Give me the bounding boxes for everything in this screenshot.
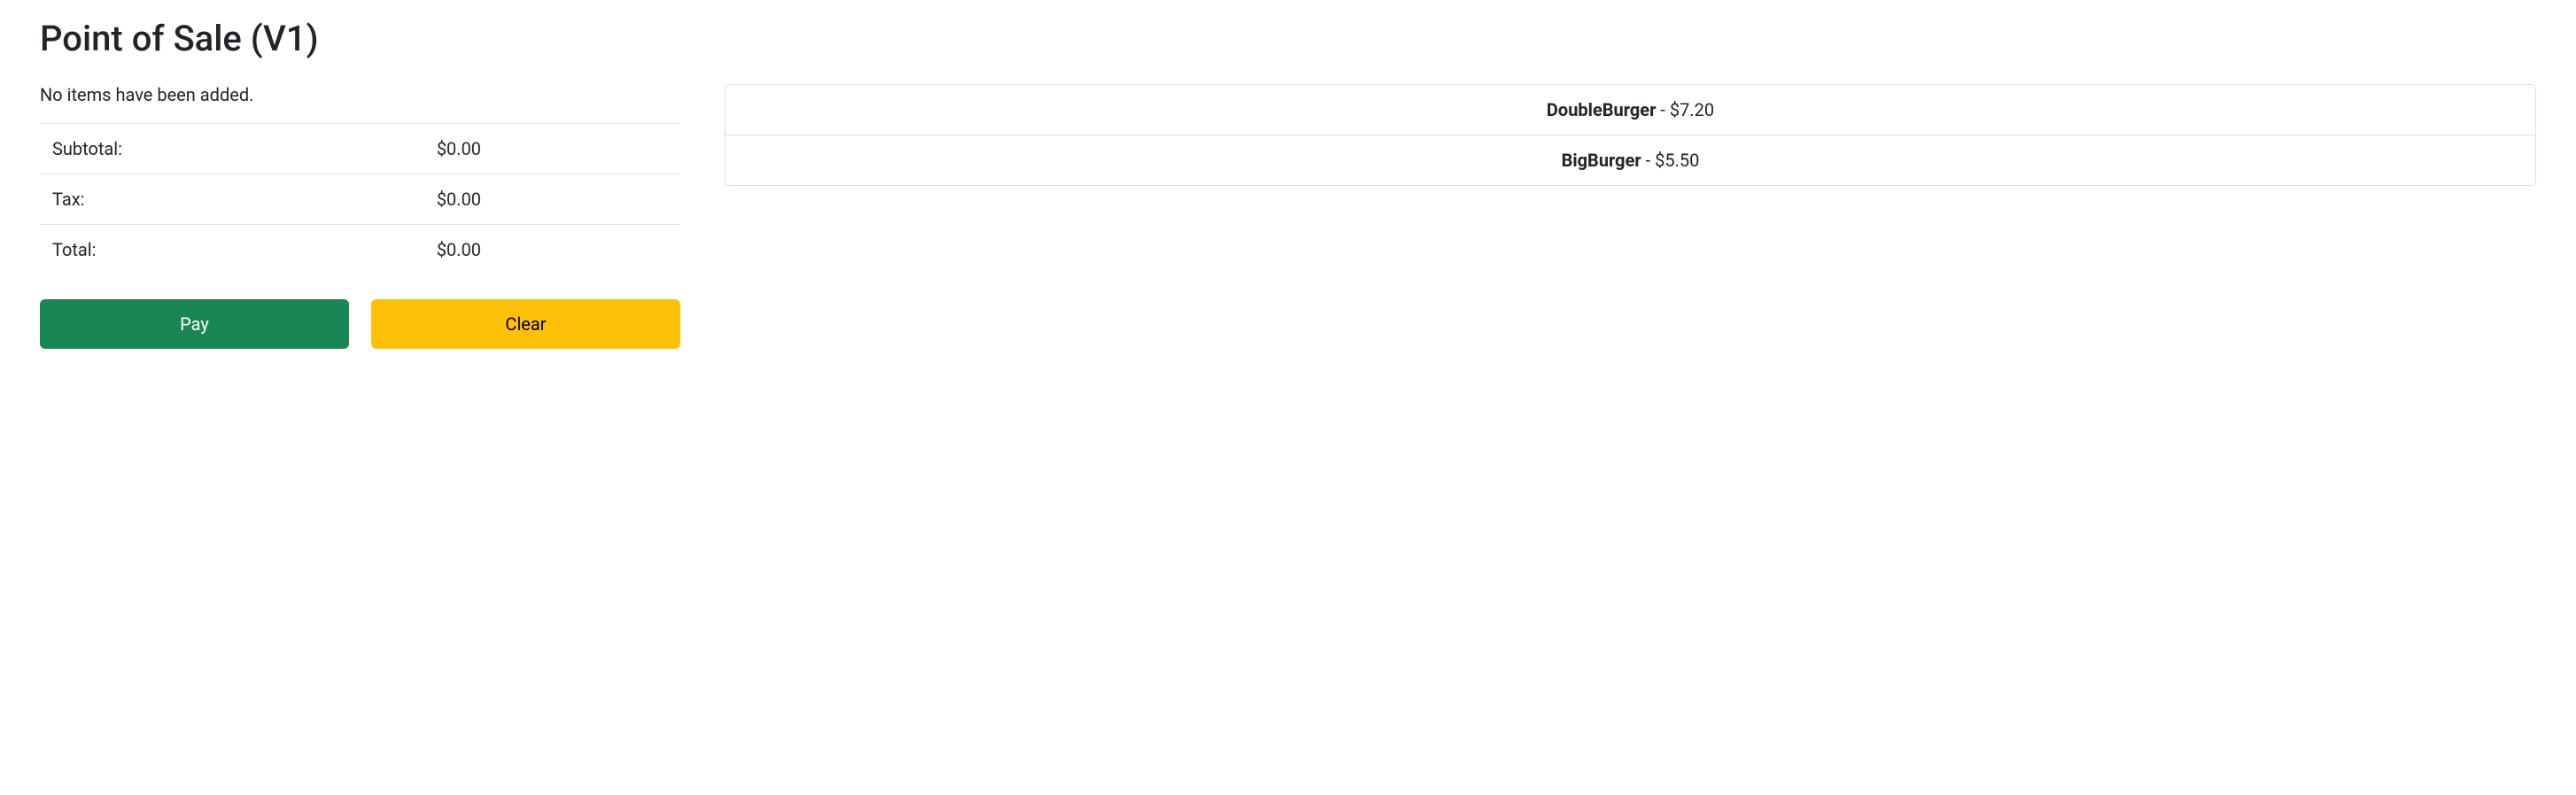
pay-button[interactable]: Pay	[40, 299, 349, 349]
cart-empty-message: No items have been added.	[40, 84, 680, 105]
clear-button[interactable]: Clear	[371, 299, 680, 349]
tax-value: $0.00	[424, 174, 680, 225]
subtotal-value: $0.00	[424, 124, 680, 174]
page-title: Point of Sale (V1)	[40, 18, 2536, 59]
totals-table: Subtotal: $0.00 Tax: $0.00 Total: $0.00	[40, 123, 680, 274]
tax-row: Tax: $0.00	[40, 174, 680, 225]
product-name: DoubleBurger	[1547, 99, 1657, 120]
cart-panel: No items have been added. Subtotal: $0.0…	[40, 84, 680, 349]
total-row: Total: $0.00	[40, 225, 680, 275]
total-label: Total:	[40, 225, 424, 275]
product-price: $7.20	[1670, 99, 1714, 120]
product-sep: -	[1656, 99, 1669, 120]
product-price: $5.50	[1655, 150, 1699, 171]
subtotal-label: Subtotal:	[40, 124, 424, 174]
product-item-doubleburger[interactable]: DoubleBurger - $7.20	[725, 85, 2535, 135]
product-panel: DoubleBurger - $7.20 BigBurger - $5.50	[725, 84, 2536, 349]
tax-label: Tax:	[40, 174, 424, 225]
product-item-bigburger[interactable]: BigBurger - $5.50	[725, 135, 2535, 185]
total-value: $0.00	[424, 225, 680, 275]
product-name: BigBurger	[1562, 150, 1641, 171]
subtotal-row: Subtotal: $0.00	[40, 124, 680, 174]
product-sep: -	[1641, 150, 1655, 171]
product-list: DoubleBurger - $7.20 BigBurger - $5.50	[725, 84, 2536, 186]
